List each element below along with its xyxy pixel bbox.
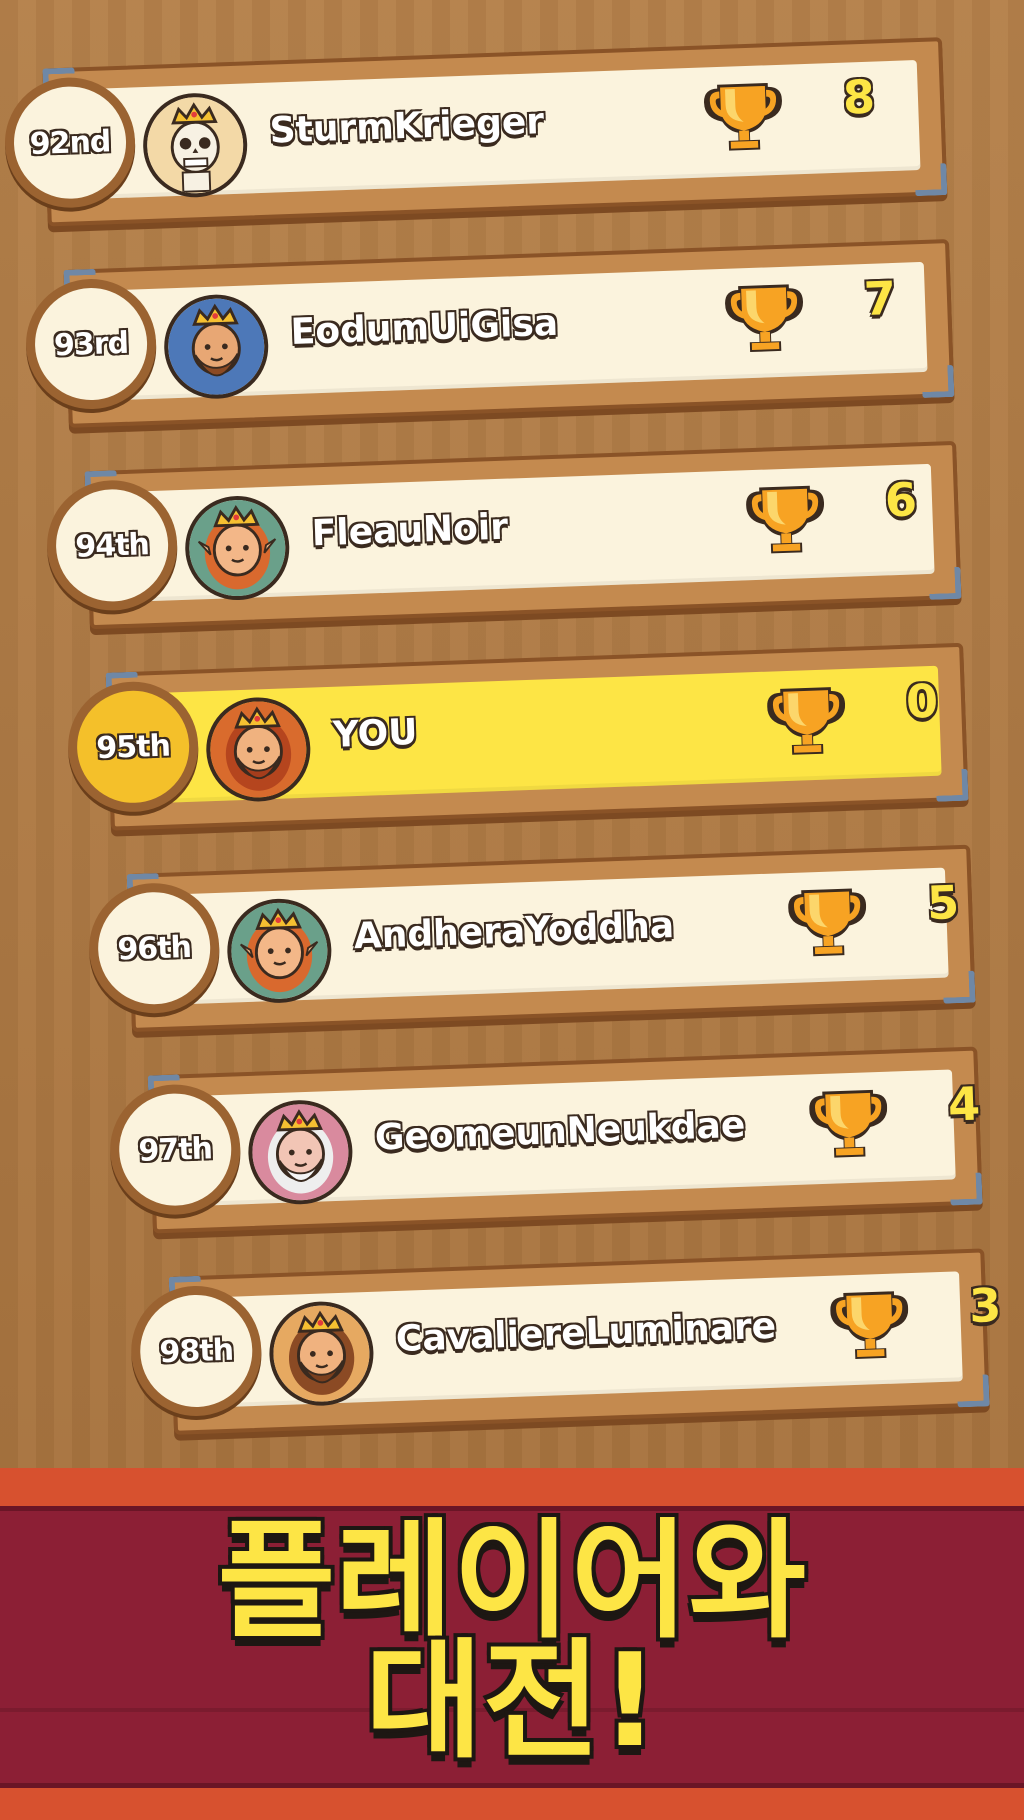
leaderboard-row-you[interactable]: 95th YOU 0 bbox=[65, 642, 969, 831]
leaderboard-list: 92nd SturmKrieger 8 93rd EodumUiGisa 7 94th Fle… bbox=[0, 0, 1024, 1469]
trophy-count: 8 bbox=[841, 69, 876, 125]
trophy-icon bbox=[808, 1078, 889, 1163]
player-name: FleauNoir bbox=[311, 506, 509, 555]
trophy-icon bbox=[766, 675, 847, 760]
rank-label: 92nd bbox=[29, 123, 111, 162]
rank-label: 93rd bbox=[53, 325, 129, 363]
leaderboard-row[interactable]: 94th FleauNoir 6 bbox=[44, 440, 962, 630]
trophy-icon bbox=[745, 474, 826, 559]
trophy-icon bbox=[829, 1279, 910, 1364]
trophy-count: 7 bbox=[863, 270, 897, 327]
leaderboard-row[interactable]: 97th GeomeunNeukdae 4 bbox=[107, 1046, 983, 1234]
leaderboard-row[interactable]: 93rd EodumUiGisa 7 bbox=[23, 239, 955, 428]
leaderboard-row[interactable]: 92nd SturmKrieger 8 bbox=[2, 37, 948, 227]
player-name: YOU bbox=[332, 711, 419, 756]
leaderboard-row[interactable]: 96th AndheraYoddha 5 bbox=[86, 844, 976, 1033]
rank-label: 94th bbox=[74, 526, 150, 565]
trophy-count: 5 bbox=[926, 875, 961, 931]
trophy-icon bbox=[724, 272, 805, 357]
rank-label: 98th bbox=[158, 1332, 234, 1370]
trophy-count: 0 bbox=[905, 673, 939, 729]
banner-bottom-edge bbox=[0, 1783, 1024, 1820]
rank-label: 97th bbox=[137, 1130, 213, 1169]
trophy-count: 3 bbox=[968, 1277, 1003, 1333]
trophy-count: 4 bbox=[947, 1076, 982, 1132]
rank-label: 96th bbox=[116, 929, 192, 967]
trophy-icon bbox=[703, 71, 784, 156]
rank-label: 95th bbox=[95, 728, 171, 766]
promo-banner: 플레이어와 대전! bbox=[0, 1468, 1024, 1820]
leaderboard-row[interactable]: 98th CavaliereLuminare 3 bbox=[129, 1248, 1002, 1435]
trophy-icon bbox=[787, 876, 868, 961]
banner-top-edge bbox=[0, 1468, 1024, 1511]
trophy-count: 6 bbox=[884, 472, 918, 528]
banner-line-2: 대전! bbox=[365, 1627, 659, 1776]
leaderboard: 92nd SturmKrieger 8 93rd EodumUiGisa 7 94th Fle… bbox=[0, 0, 1024, 1470]
